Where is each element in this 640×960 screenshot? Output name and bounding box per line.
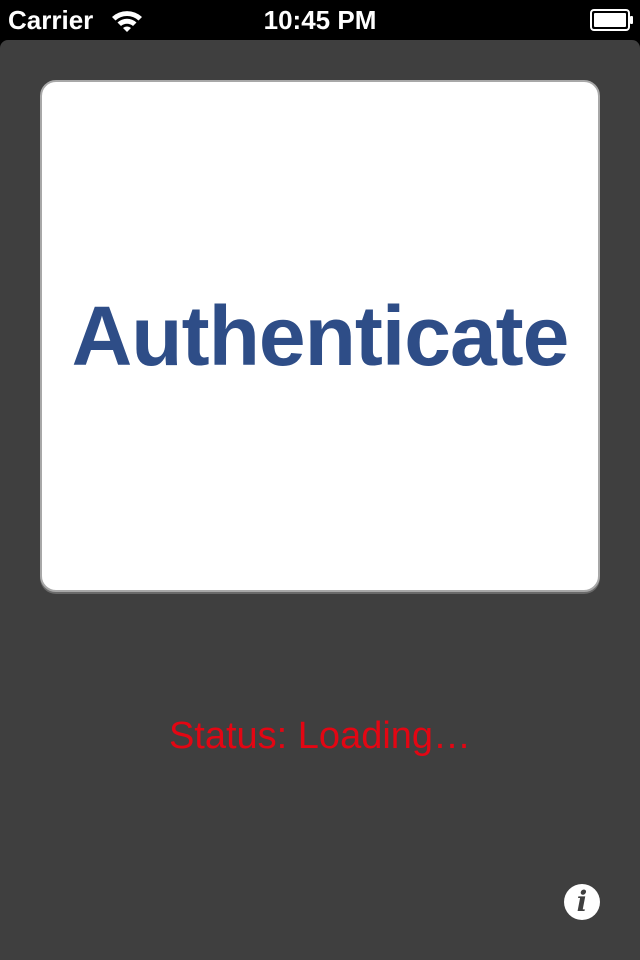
clock: 10:45 PM (263, 5, 377, 35)
authenticate-label: Authenticate (71, 289, 570, 383)
battery-icon (590, 9, 634, 31)
status-label: Status: Loading… (168, 715, 472, 757)
authenticate-button[interactable]: Authenticate (40, 80, 600, 592)
main-view: Authenticate Status: Loading… i (0, 40, 640, 960)
status-bar: Carrier 10:45 PM (0, 0, 640, 40)
info-icon: i (576, 884, 588, 918)
app-screen: Carrier 10:45 PM Authenticate Status: Lo… (0, 0, 640, 960)
info-button[interactable]: i (564, 884, 600, 920)
